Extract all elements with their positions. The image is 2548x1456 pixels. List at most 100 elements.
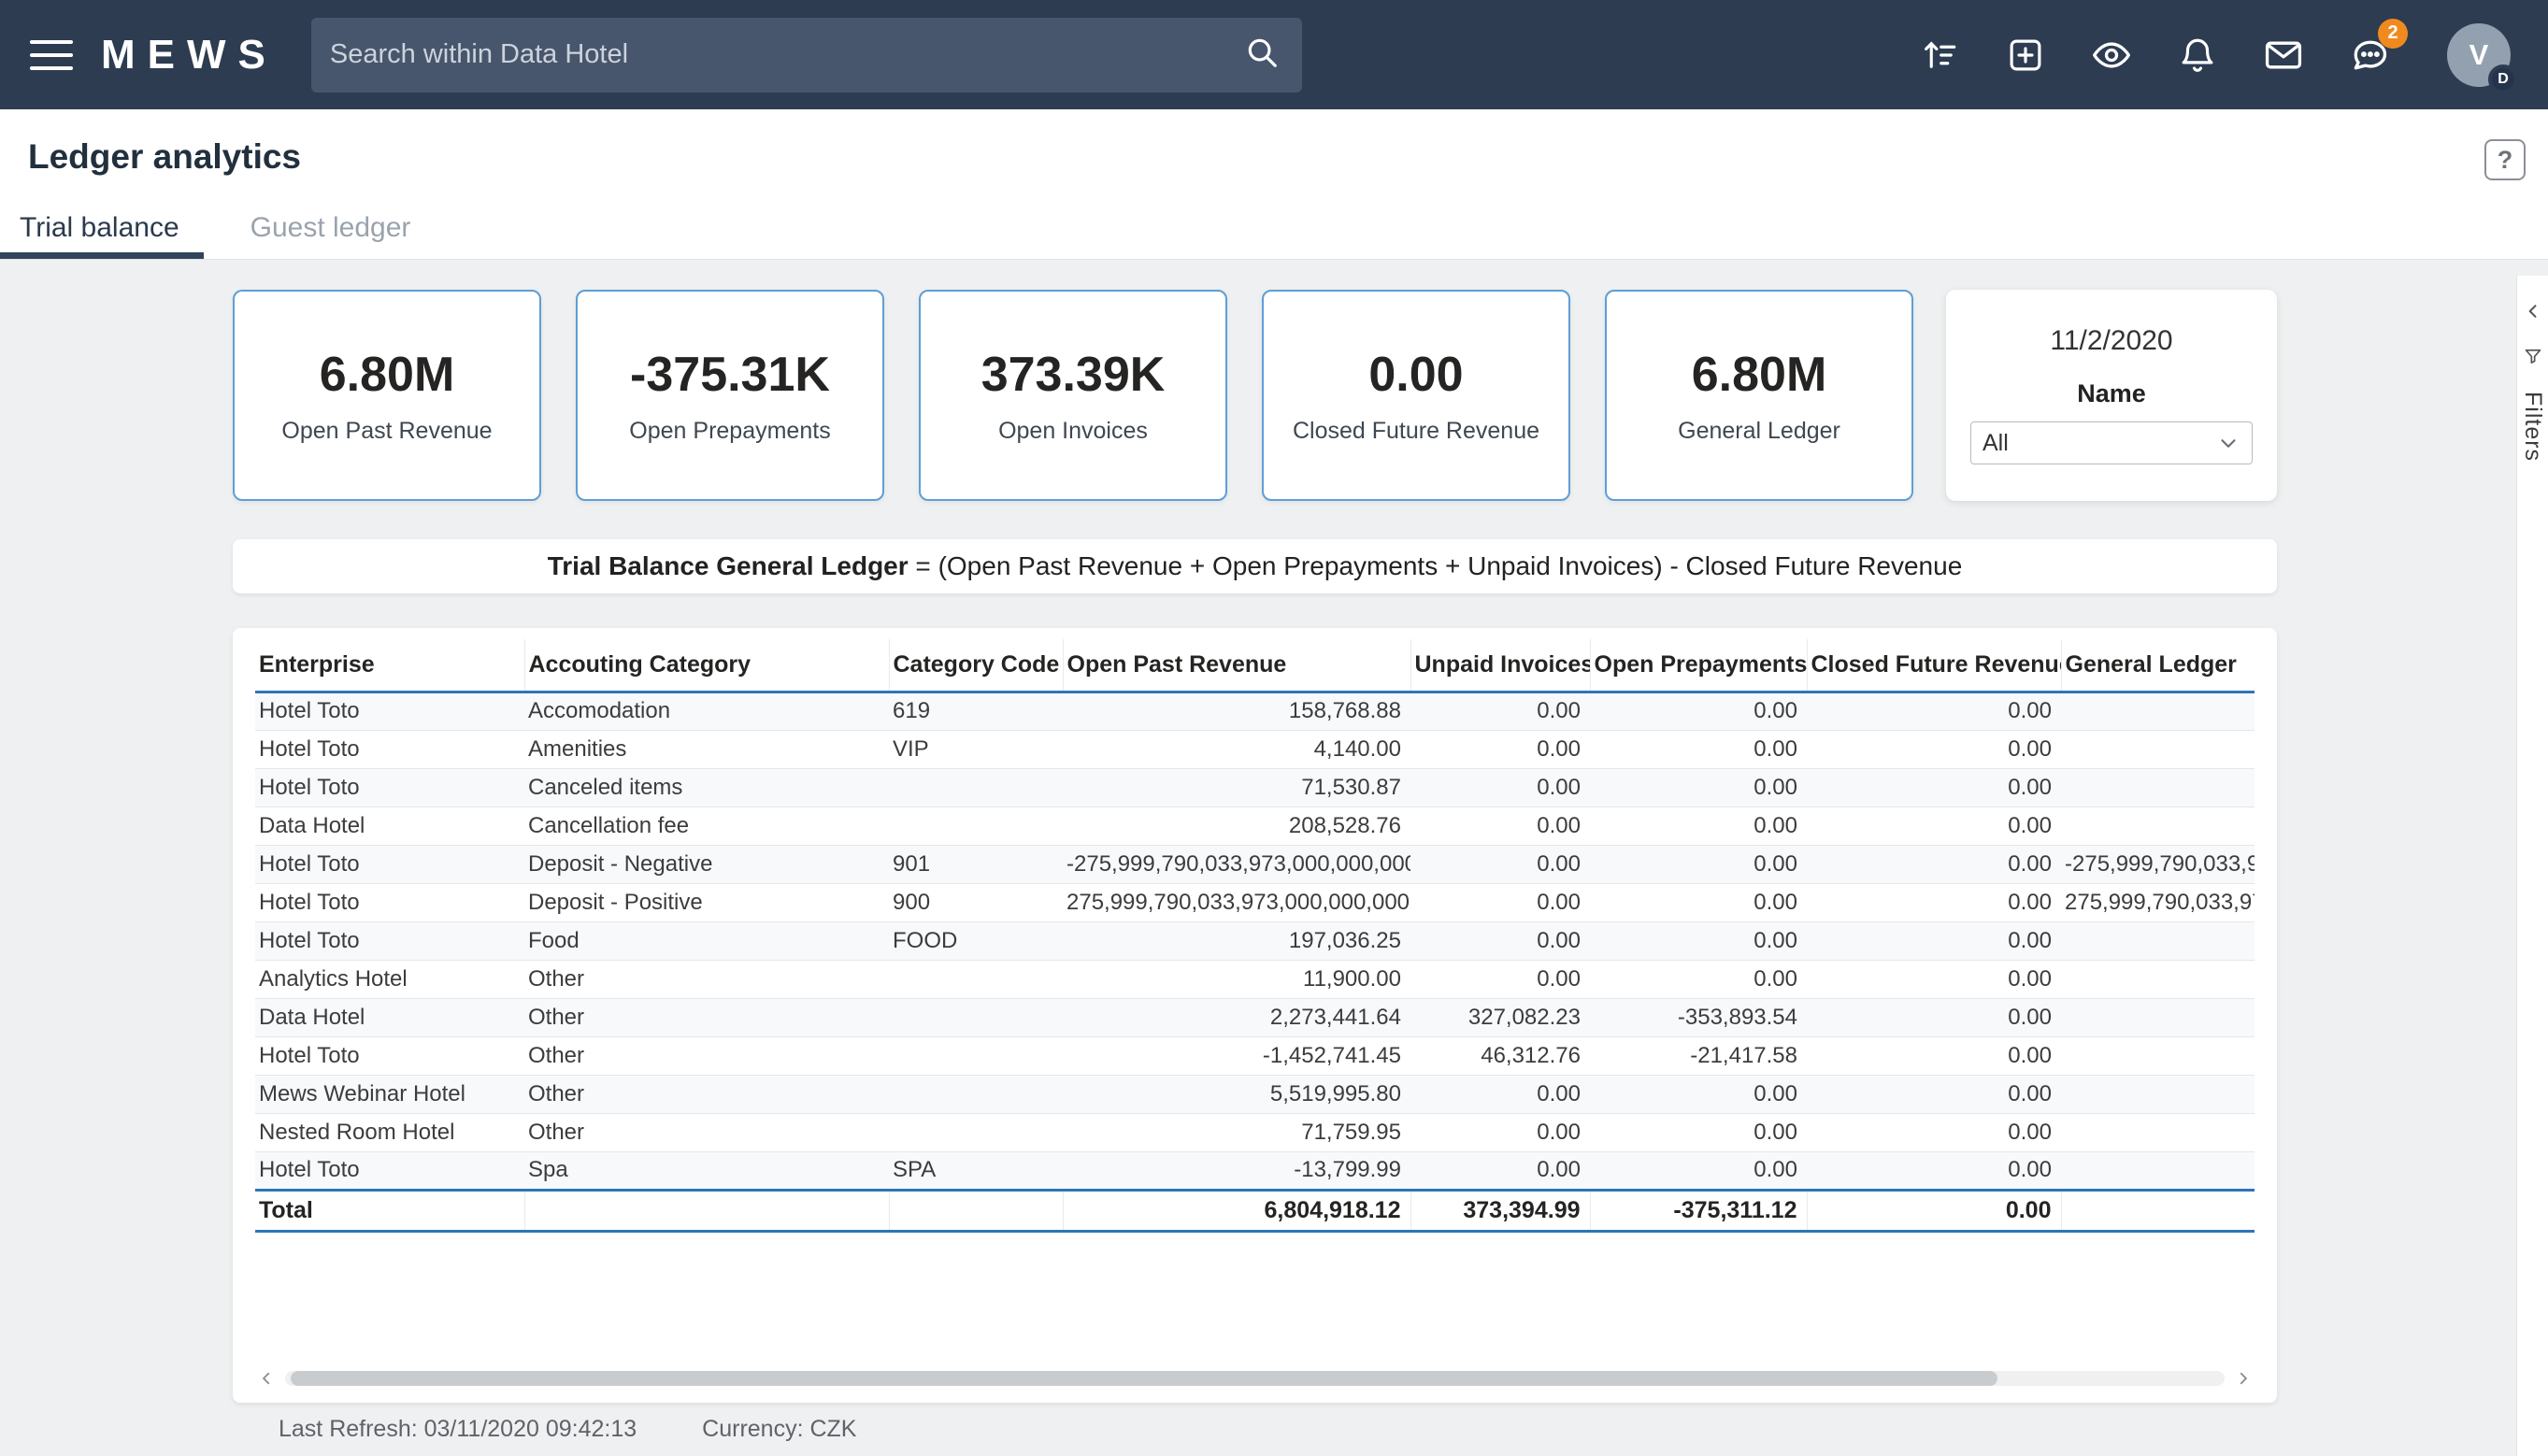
scroll-left-icon[interactable] (255, 1367, 278, 1390)
col-accouting-category[interactable]: Accouting Category (524, 639, 890, 693)
table-body: Hotel Toto Accomodation 619 158,768.88 0.00 0… (255, 692, 2255, 1231)
table-row[interactable]: Hotel Toto Canceled items 71,530.87 0.00 0.0… (255, 768, 2255, 807)
chat-badge: 2 (2378, 18, 2408, 49)
cell: 11,900.00 (1303, 965, 1401, 992)
table-row[interactable]: Hotel Toto Deposit - Positive 900 275,999,7… (255, 883, 2255, 921)
filters-panel-collapsed[interactable]: Filters (2516, 276, 2548, 1456)
table-row[interactable]: Data Hotel Cancellation fee 208,528.76 0.00… (255, 807, 2255, 845)
col-general-ledger[interactable]: General Ledger (2061, 639, 2255, 693)
cell: 0.00 (2008, 812, 2052, 838)
chat-icon[interactable]: 2 (2348, 18, 2408, 77)
table-row[interactable]: Hotel Toto Deposit - Negative 901 -275,999,… (255, 845, 2255, 883)
cell: Nested Room Hotel (259, 1119, 455, 1145)
cell: 0.00 (1537, 698, 1581, 723)
scrollbar-thumb[interactable] (291, 1371, 1997, 1386)
table-total-row[interactable]: Total 6,804,918.12 373,394.99 -375,311.12 0.… (255, 1190, 2255, 1231)
avatar-initial: V (2469, 37, 2489, 71)
table-row[interactable]: Hotel Toto Spa SPA -13,799.99 0.00 0.00 0.00 (255, 1151, 2255, 1190)
col-unpaid-invoices[interactable]: Unpaid Invoices (1410, 639, 1591, 693)
mail-icon[interactable] (2262, 34, 2305, 77)
tab-guest-ledger[interactable]: Guest ledger (226, 197, 436, 259)
content: 6.80M Open Past Revenue -375.31K Open Pr… (0, 260, 2548, 1442)
table-row[interactable]: Hotel Toto Accomodation 619 158,768.88 0.00 0… (255, 692, 2255, 730)
bell-icon[interactable] (2176, 34, 2219, 77)
scroll-right-icon[interactable] (2232, 1367, 2255, 1390)
search-bar[interactable] (310, 17, 1302, 93)
kpi-label: Open Invoices (998, 417, 1148, 444)
page-header: Ledger analytics ? Trial balance Guest l… (0, 109, 2548, 260)
col-category-code[interactable]: Category Code (889, 639, 1064, 693)
cell: 0.00 (1754, 889, 1797, 915)
cell: 0.00 (1754, 927, 1797, 953)
cell: 0.00 (1754, 1157, 1797, 1182)
menu-icon[interactable] (30, 34, 73, 77)
total-cell (2061, 1190, 2255, 1231)
cell: Other (528, 1080, 585, 1106)
kpi-value: 373.39K (981, 347, 1166, 402)
cell: Amenities (528, 735, 627, 762)
cell: Other (528, 1004, 585, 1030)
cell: Hotel Toto (259, 850, 360, 877)
table-row[interactable]: Hotel Toto Food FOOD 197,036.25 0.00 0.00 0.00 (255, 921, 2255, 960)
mews-logo: MEWS (101, 31, 278, 78)
total-cell: Total (255, 1190, 525, 1231)
avatar[interactable]: V D (2447, 22, 2518, 94)
scrollbar-track[interactable] (285, 1371, 2225, 1386)
cell: SPA (893, 1157, 937, 1182)
cell: 0.00 (1537, 735, 1581, 762)
horizontal-scrollbar[interactable] (255, 1367, 2255, 1390)
expand-filters-icon[interactable] (2524, 302, 2542, 321)
table-empty-space (255, 1233, 2255, 1368)
cell: -275,999,790,033,973,000,000,000.00 (2065, 850, 2255, 877)
cell: 0.00 (1754, 965, 1797, 992)
cell: Hotel Toto (259, 698, 360, 723)
cell: 0.00 (2008, 698, 2052, 723)
table-row[interactable]: Mews Webinar Hotel Other 5,519,995.80 0.00 0… (255, 1075, 2255, 1113)
kpi-open-invoices: 373.39K Open Invoices (919, 290, 1227, 501)
cell: Data Hotel (259, 1004, 365, 1030)
kpi-open-prepayments: -375.31K Open Prepayments (576, 290, 884, 501)
col-enterprise[interactable]: Enterprise (255, 639, 525, 693)
cell: -13,799.99 (1294, 1157, 1401, 1182)
col-open-past-revenue[interactable]: Open Past Revenue (1063, 639, 1411, 693)
cell: 0.00 (2008, 889, 2052, 915)
table-row[interactable]: Hotel Toto Amenities VIP 4,140.00 0.00 0.00 0.… (255, 730, 2255, 768)
cell: 0.00 (2008, 965, 2052, 992)
total-cell: 373,394.99 (1410, 1190, 1591, 1231)
col-open-prepayments[interactable]: Open Prepayments (1590, 639, 1808, 693)
trial-balance-table-card: Enterprise Accouting Category Category C… (233, 628, 2277, 1403)
add-icon[interactable] (2004, 34, 2047, 77)
cell: 900 (893, 889, 931, 915)
sort-icon[interactable] (1918, 34, 1961, 77)
kpi-label: General Ledger (1678, 417, 1840, 444)
filter-name-label: Name (2077, 379, 2146, 407)
eye-icon[interactable] (2090, 34, 2133, 77)
cell (2061, 1075, 2255, 1113)
cell: Mews Webinar Hotel (259, 1080, 465, 1106)
cell (889, 768, 1063, 807)
cell: Deposit - Positive (528, 889, 703, 915)
search-input[interactable] (329, 39, 1244, 70)
search-icon[interactable] (1244, 35, 1280, 75)
cell: Other (528, 1119, 585, 1145)
topbar: MEWS Search within Data Hotel 2 V D (0, 0, 2548, 109)
trial-balance-table: Enterprise Accouting Category Category C… (255, 639, 2255, 1233)
total-cell: -375,311.12 (1590, 1190, 1808, 1231)
cell: 197,036.25 (1288, 927, 1401, 953)
tab-trial-balance[interactable]: Trial balance (0, 197, 204, 259)
kpi-closed-future-revenue: 0.00 Closed Future Revenue (1262, 290, 1570, 501)
help-icon[interactable]: ? (2484, 139, 2526, 180)
kpi-value: 6.80M (319, 347, 455, 402)
cell: 0.00 (2008, 927, 2052, 953)
cell: -1,452,741.45 (1262, 1042, 1401, 1068)
col-closed-future-revenue[interactable]: Closed Future Revenue (1807, 639, 2062, 693)
cell: Data Hotel (259, 812, 365, 838)
table-row[interactable]: Nested Room Hotel Other 71,759.95 0.00 0.00 0… (255, 1113, 2255, 1151)
table-row[interactable]: Analytics Hotel Other 11,900.00 0.00 0.00 0.0… (255, 960, 2255, 998)
table-row[interactable]: Hotel Toto Other -1,452,741.45 46,312.76 -21… (255, 1036, 2255, 1075)
cell: 0.00 (2008, 774, 2052, 800)
cell: Other (528, 1042, 585, 1068)
name-filter-dropdown[interactable]: All (1970, 421, 2253, 464)
funnel-icon[interactable] (2524, 347, 2542, 365)
table-row[interactable]: Data Hotel Other 2,273,441.64 327,082.23 -35… (255, 998, 2255, 1036)
